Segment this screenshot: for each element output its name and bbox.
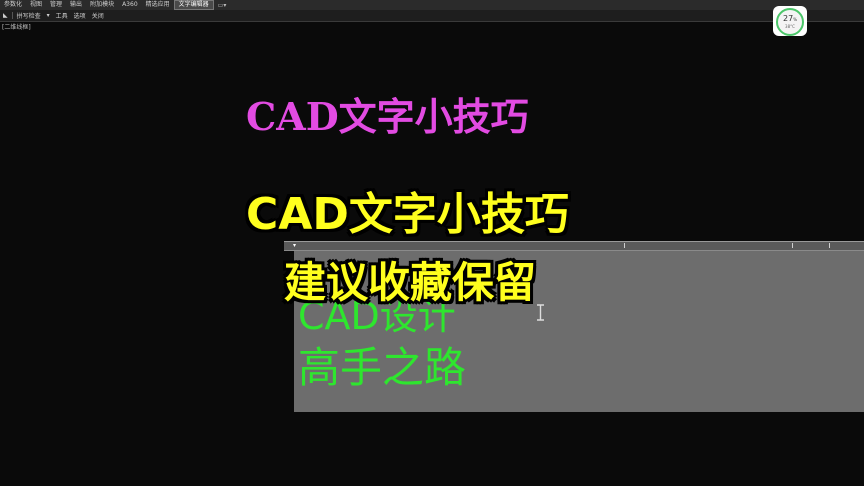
tab-a360[interactable]: A360 <box>118 0 142 10</box>
caption-title: CAD文字小技巧 <box>246 189 569 240</box>
tab-parametric[interactable]: 参数化 <box>0 0 26 10</box>
collapse-arrow-icon[interactable]: ◣ <box>0 12 11 19</box>
ribbon-dropdown-icon[interactable]: ▭▾ <box>214 2 231 9</box>
ribbon-panel-bar: ◣ 拼写检查 ▾ 工具 选项 关闭 <box>0 10 864 22</box>
panel-options[interactable]: 选项 <box>71 11 89 20</box>
tab-addins[interactable]: 附加模块 <box>86 0 118 10</box>
ruler-tick <box>829 243 830 248</box>
viewport-style-label[interactable]: [二维线框] <box>0 22 33 31</box>
performance-widget[interactable]: 27% 38°C <box>773 6 807 36</box>
temperature-readout: 38°C <box>785 24 795 29</box>
drawing-text-magenta[interactable]: CAD文字小技巧 <box>246 86 529 141</box>
tab-view[interactable]: 视图 <box>26 0 46 10</box>
ruler-tick <box>792 243 793 248</box>
tab-featured-apps[interactable]: 精选应用 <box>142 0 174 10</box>
divider <box>11 12 13 19</box>
tab-manage[interactable]: 管理 <box>46 0 66 10</box>
tab-output[interactable]: 输出 <box>66 0 86 10</box>
editor-text-line-2[interactable]: 高手之路 <box>298 334 466 395</box>
tab-text-editor[interactable]: 文字编辑器 <box>173 0 214 10</box>
ribbon-tab-bar: 参数化 视图 管理 输出 附加模块 A360 精选应用 文字编辑器 ▭▾ <box>0 0 864 10</box>
usage-percent: 27% <box>783 14 797 23</box>
panel-tools[interactable]: 工具 <box>53 11 71 20</box>
ruler-tick <box>624 243 625 248</box>
caption-subtitle: 建议收藏保留 <box>284 258 537 307</box>
panel-close[interactable]: 关闭 <box>89 11 107 20</box>
indent-marker-icon[interactable]: ▾ <box>293 242 296 249</box>
chevron-down-icon[interactable]: ▾ <box>44 12 53 19</box>
usage-ring: 27% 38°C <box>776 8 804 36</box>
text-cursor-icon <box>537 304 544 321</box>
panel-spellcheck[interactable]: 拼写检查 <box>14 11 44 20</box>
